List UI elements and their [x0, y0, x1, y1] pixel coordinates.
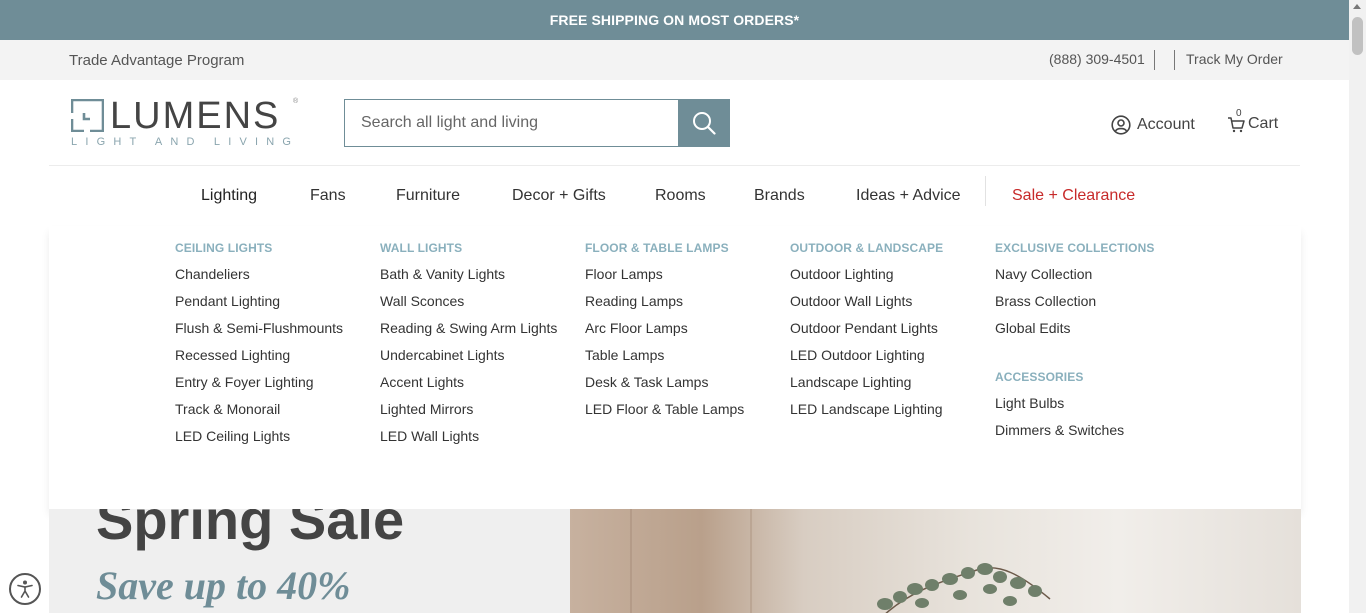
mega-link[interactable]: Outdoor Lighting	[790, 266, 943, 293]
logo-registered-mark: ®	[293, 98, 299, 105]
mega-column-heading[interactable]: EXCLUSIVE COLLECTIONS	[995, 241, 1154, 255]
cart-label: Cart	[1248, 115, 1279, 132]
mega-link[interactable]: Brass Collection	[995, 293, 1154, 320]
mega-link[interactable]: Bath & Vanity Lights	[380, 266, 557, 293]
mega-link[interactable]: Reading Lamps	[585, 293, 744, 320]
search-icon	[693, 112, 716, 135]
hero-image-detail	[750, 509, 752, 613]
main-nav: Lighting Fans Furniture Decor + Gifts Ro…	[0, 166, 1349, 226]
cart-count: 0	[1236, 108, 1242, 119]
mega-link[interactable]: Arc Floor Lamps	[585, 320, 744, 347]
search-input[interactable]	[344, 99, 679, 147]
mega-link[interactable]: LED Landscape Lighting	[790, 401, 943, 428]
nav-item-lighting[interactable]: Lighting	[201, 187, 257, 205]
hero-image	[570, 509, 1301, 613]
mega-link[interactable]: LED Wall Lights	[380, 428, 557, 455]
mega-link[interactable]: Desk & Task Lamps	[585, 374, 744, 401]
utility-bar: Trade Advantage Program (888) 309-4501 T…	[0, 40, 1349, 80]
mega-link[interactable]: Wall Sconces	[380, 293, 557, 320]
mega-link[interactable]: Landscape Lighting	[790, 374, 943, 401]
hero-title: Spring Sale	[96, 509, 405, 551]
accessibility-button[interactable]	[9, 573, 41, 605]
mega-link[interactable]: Lighted Mirrors	[380, 401, 557, 428]
cart-link[interactable]: 0 Cart	[1227, 108, 1279, 133]
mega-link[interactable]: Table Lamps	[585, 347, 744, 374]
user-icon	[1111, 115, 1131, 135]
lumens-logo[interactable]: LUMENS ® LIGHT AND LIVING	[70, 95, 300, 148]
mega-link[interactable]: Recessed Lighting	[175, 347, 343, 374]
nav-item-rooms[interactable]: Rooms	[655, 187, 706, 205]
mega-link[interactable]: LED Floor & Table Lamps	[585, 401, 744, 428]
nav-item-brands[interactable]: Brands	[754, 187, 805, 205]
phone-link[interactable]: (888) 309-4501	[1049, 51, 1145, 67]
hero-image-detail	[630, 509, 632, 613]
accessibility-icon	[17, 580, 33, 598]
mega-column-exclusive-collections: EXCLUSIVE COLLECTIONS Navy Collection Br…	[995, 241, 1154, 449]
mega-link[interactable]: Flush & Semi-Flushmounts	[175, 320, 343, 347]
promo-text: FREE SHIPPING ON MOST ORDERS*	[549, 12, 800, 28]
mega-link[interactable]: Undercabinet Lights	[380, 347, 557, 374]
plant-image	[877, 563, 1051, 613]
mega-link[interactable]: Pendant Lighting	[175, 293, 343, 320]
mega-column-wall-lights: WALL LIGHTS Bath & Vanity Lights Wall Sc…	[380, 241, 557, 455]
track-order-link[interactable]: Track My Order	[1186, 51, 1283, 67]
hero-banner[interactable]: Spring Sale Save up to 40%	[49, 509, 1301, 613]
mega-link[interactable]: Outdoor Wall Lights	[790, 293, 943, 320]
logo-wordmark: LUMENS	[110, 95, 281, 137]
scroll-up-arrow-icon[interactable]	[1353, 4, 1361, 9]
nav-item-ideas-advice[interactable]: Ideas + Advice	[856, 187, 961, 205]
nav-item-furniture[interactable]: Furniture	[396, 187, 460, 205]
lighting-mega-menu: CEILING LIGHTS Chandeliers Pendant Light…	[49, 226, 1301, 509]
mega-link[interactable]: Dimmers & Switches	[995, 422, 1154, 449]
mega-link[interactable]: Entry & Foyer Lighting	[175, 374, 343, 401]
mega-link[interactable]: Accent Lights	[380, 374, 557, 401]
mega-column-heading[interactable]: ACCESSORIES	[995, 370, 1154, 384]
mega-link[interactable]: Chandeliers	[175, 266, 343, 293]
mega-column-ceiling-lights: CEILING LIGHTS Chandeliers Pendant Light…	[175, 241, 343, 455]
search-button[interactable]	[678, 99, 730, 147]
mega-column-heading[interactable]: WALL LIGHTS	[380, 241, 557, 255]
site-header: LUMENS ® LIGHT AND LIVING Account 0 Cart	[0, 80, 1349, 166]
mega-link[interactable]: Global Edits	[995, 320, 1154, 347]
account-link[interactable]: Account	[1111, 115, 1195, 135]
nav-item-sale-clearance[interactable]: Sale + Clearance	[1012, 187, 1135, 205]
mega-column-heading[interactable]: FLOOR & TABLE LAMPS	[585, 241, 744, 255]
promo-banner[interactable]: FREE SHIPPING ON MOST ORDERS*	[0, 0, 1349, 40]
account-label: Account	[1137, 116, 1195, 133]
utility-divider	[1154, 50, 1155, 70]
hero-subtitle: Save up to 40%	[96, 563, 351, 608]
mega-link[interactable]: Reading & Swing Arm Lights	[380, 320, 557, 347]
mega-link[interactable]: Navy Collection	[995, 266, 1154, 293]
mega-column-heading[interactable]: CEILING LIGHTS	[175, 241, 343, 255]
search-bar	[344, 99, 730, 147]
mega-spacer	[995, 347, 1154, 370]
nav-item-decor-gifts[interactable]: Decor + Gifts	[512, 187, 606, 205]
logo-tagline: LIGHT AND LIVING	[71, 136, 300, 148]
scrollbar-thumb[interactable]	[1352, 17, 1363, 55]
mega-link[interactable]: LED Outdoor Lighting	[790, 347, 943, 374]
nav-divider	[985, 176, 986, 206]
mega-column-outdoor-landscape: OUTDOOR & LANDSCAPE Outdoor Lighting Out…	[790, 241, 943, 428]
logo-mark-icon	[71, 99, 104, 132]
page-scrollbar[interactable]	[1349, 0, 1366, 613]
trade-program-link[interactable]: Trade Advantage Program	[69, 52, 244, 69]
mega-link[interactable]: LED Ceiling Lights	[175, 428, 343, 455]
utility-divider	[1174, 50, 1175, 70]
mega-link[interactable]: Floor Lamps	[585, 266, 744, 293]
mega-link[interactable]: Outdoor Pendant Lights	[790, 320, 943, 347]
nav-item-fans[interactable]: Fans	[310, 187, 346, 205]
mega-column-heading[interactable]: OUTDOOR & LANDSCAPE	[790, 241, 943, 255]
mega-link[interactable]: Light Bulbs	[995, 395, 1154, 422]
mega-column-floor-table-lamps: FLOOR & TABLE LAMPS Floor Lamps Reading …	[585, 241, 744, 428]
mega-link[interactable]: Track & Monorail	[175, 401, 343, 428]
